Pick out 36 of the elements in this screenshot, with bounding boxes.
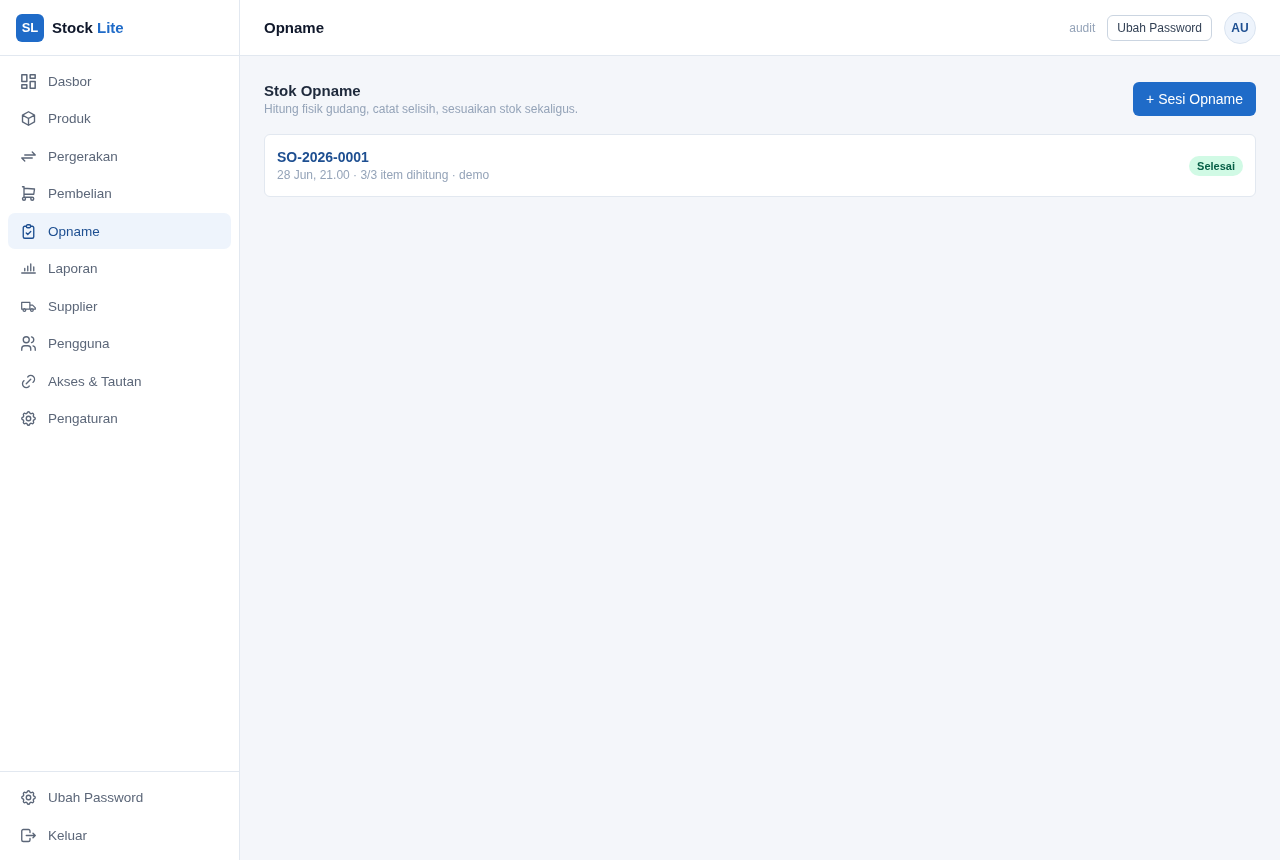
- nav-item[interactable]: Pembelian: [8, 175, 231, 212]
- app-logo: SL: [16, 13, 44, 42]
- nav-item[interactable]: Dasbor: [8, 63, 231, 99]
- logout-icon: [21, 827, 36, 843]
- users-icon: [21, 336, 36, 351]
- app-name: Stock Lite: [52, 19, 124, 36]
- user-role: audit: [1069, 20, 1096, 35]
- status-badge: Selesai: [1189, 155, 1243, 176]
- session-card[interactable]: SO-2026-0001 28 Jun, 21.00 · 3/3 item dihitung · demo Selesai: [264, 134, 1256, 197]
- nav-item[interactable]: Pergerakan: [8, 138, 231, 174]
- change-password-button[interactable]: Ubah Password: [1107, 14, 1212, 41]
- nav-item[interactable]: Keluar: [8, 817, 231, 853]
- nav-item[interactable]: Produk: [8, 100, 231, 137]
- cart-icon: [21, 186, 36, 201]
- user-avatar[interactable]: AU: [1224, 11, 1256, 44]
- nav-item[interactable]: Akses & Tautan: [8, 363, 231, 399]
- nav-item[interactable]: Pengaturan: [8, 400, 231, 437]
- nav-item[interactable]: Opname: [8, 213, 231, 249]
- session-meta: 28 Jun, 21.00 · 3/3 item dihitung · demo: [277, 168, 490, 182]
- nav-item[interactable]: Laporan: [8, 250, 231, 287]
- nav-item[interactable]: Pengguna: [8, 325, 231, 362]
- page-title: Opname: [264, 19, 324, 36]
- nav-item[interactable]: Supplier: [8, 288, 231, 324]
- gear-icon: [21, 790, 36, 805]
- gear-icon: [21, 411, 36, 426]
- session-code: SO-2026-0001: [277, 149, 370, 165]
- link-icon: [21, 373, 36, 389]
- dashboard-icon: [21, 73, 36, 89]
- clipboard-check-icon: [21, 223, 36, 239]
- nav-item[interactable]: Ubah Password: [8, 779, 231, 816]
- section-title: Stok Opname: [264, 82, 362, 99]
- cube-icon: [21, 111, 36, 126]
- new-session-button[interactable]: + Sesi Opname: [1133, 82, 1256, 116]
- section-subtitle: Hitung fisik gudang, catat selisih, sesuaikan stok sekaligus.: [264, 102, 579, 116]
- bar-chart-icon: [21, 261, 36, 276]
- arrows-icon: [21, 148, 36, 164]
